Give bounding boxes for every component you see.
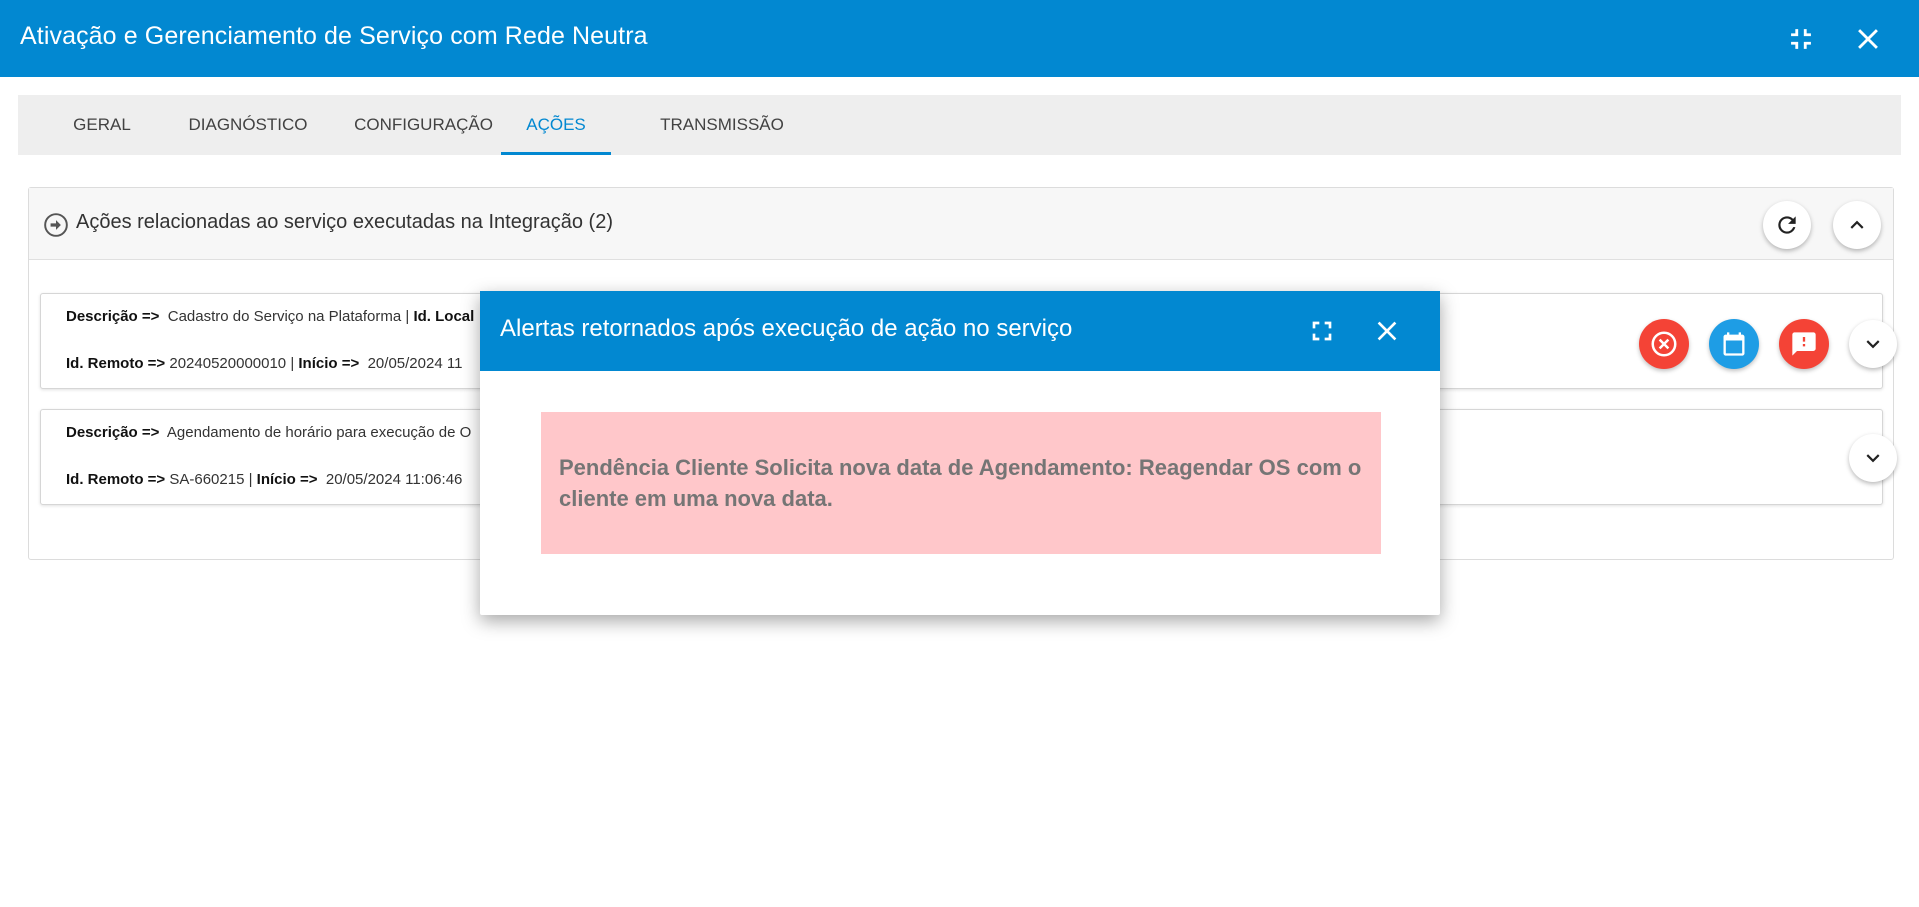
inicio-label: Início => [256,471,318,488]
tab-transmissao[interactable]: TRANSMISSÃO [632,95,812,155]
card-description-line: Descrição => Cadastro do Serviço na Plat… [66,308,474,325]
close-window-button[interactable] [1851,22,1885,56]
inicio-label: Início => [298,355,360,372]
description-value: Agendamento de horário para execução de … [166,424,472,441]
refresh-icon [1778,216,1796,234]
panel-title: Ações relacionadas ao serviço executadas… [76,211,613,233]
card-remote-line: Id. Remoto => SA-660215 | Início => 20/0… [66,471,462,488]
chevron-down-icon [1866,454,1880,463]
cancel-circle-icon [1651,331,1677,357]
tab-configuracao[interactable]: CONFIGURAÇÃO [336,95,511,155]
alerts-button[interactable] [1779,319,1829,369]
cancel-action-button[interactable] [1639,319,1689,369]
id-remoto-label: Id. Remoto => [66,355,166,372]
description-label: Descrição => [66,308,160,325]
close-icon [1377,321,1397,341]
collapse-panel-button[interactable] [1833,201,1881,249]
panel-header: Ações relacionadas ao serviço executadas… [29,188,1893,260]
id-remoto-value: 20240520000010 | [169,355,295,372]
arrow-circle-right-icon [44,213,68,237]
calendar-icon [1723,332,1745,356]
schedule-button[interactable] [1709,319,1759,369]
card-description-line: Descrição => Agendamento de horário para… [66,424,471,441]
compress-window-button[interactable] [1784,22,1818,56]
chevron-up-icon [1850,220,1864,229]
inicio-value: 20/05/2024 11 [367,355,463,372]
alert-message-box: Pendência Cliente Solicita nova data de … [541,412,1381,554]
dialog-header: Alertas retornados após execução de ação… [480,291,1440,371]
close-dialog-button[interactable] [1371,315,1403,347]
tab-acoes[interactable]: AÇÕES [501,95,611,155]
fullscreen-icon [1312,321,1332,341]
window-title: Ativação e Gerenciamento de Serviço com … [20,22,648,50]
inicio-value: 20/05/2024 11:06:46 [325,471,463,488]
description-value: Cadastro do Serviço na Plataforma | [167,308,410,325]
refresh-button[interactable] [1763,201,1811,249]
id-local-label: Id. Local [413,308,475,325]
window-titlebar: Ativação e Gerenciamento de Serviço com … [0,0,1919,77]
tab-bar: GERAL DIAGNÓSTICO CONFIGURAÇÃO AÇÕES TRA… [18,95,1901,155]
id-remoto-label: Id. Remoto => [66,471,166,488]
close-icon [1858,29,1878,49]
expand-card-button[interactable] [1849,434,1897,482]
id-remoto-value: SA-660215 | [169,471,253,488]
maximize-dialog-button[interactable] [1306,315,1338,347]
alert-message-icon [1792,332,1816,356]
expand-card-button[interactable] [1849,320,1897,368]
tab-geral[interactable]: GERAL [47,95,157,155]
description-label: Descrição => [66,424,160,441]
compress-icon [1791,29,1811,49]
alerts-dialog: Alertas retornados após execução de ação… [480,291,1440,615]
alert-message-text: Pendência Cliente Solicita nova data de … [559,455,1362,511]
dialog-title: Alertas retornados após execução de ação… [500,315,1073,342]
tab-diagnostico[interactable]: DIAGNÓSTICO [160,95,336,155]
card-remote-line: Id. Remoto => 20240520000010 | Início =>… [66,355,462,372]
chevron-down-icon [1866,340,1880,349]
